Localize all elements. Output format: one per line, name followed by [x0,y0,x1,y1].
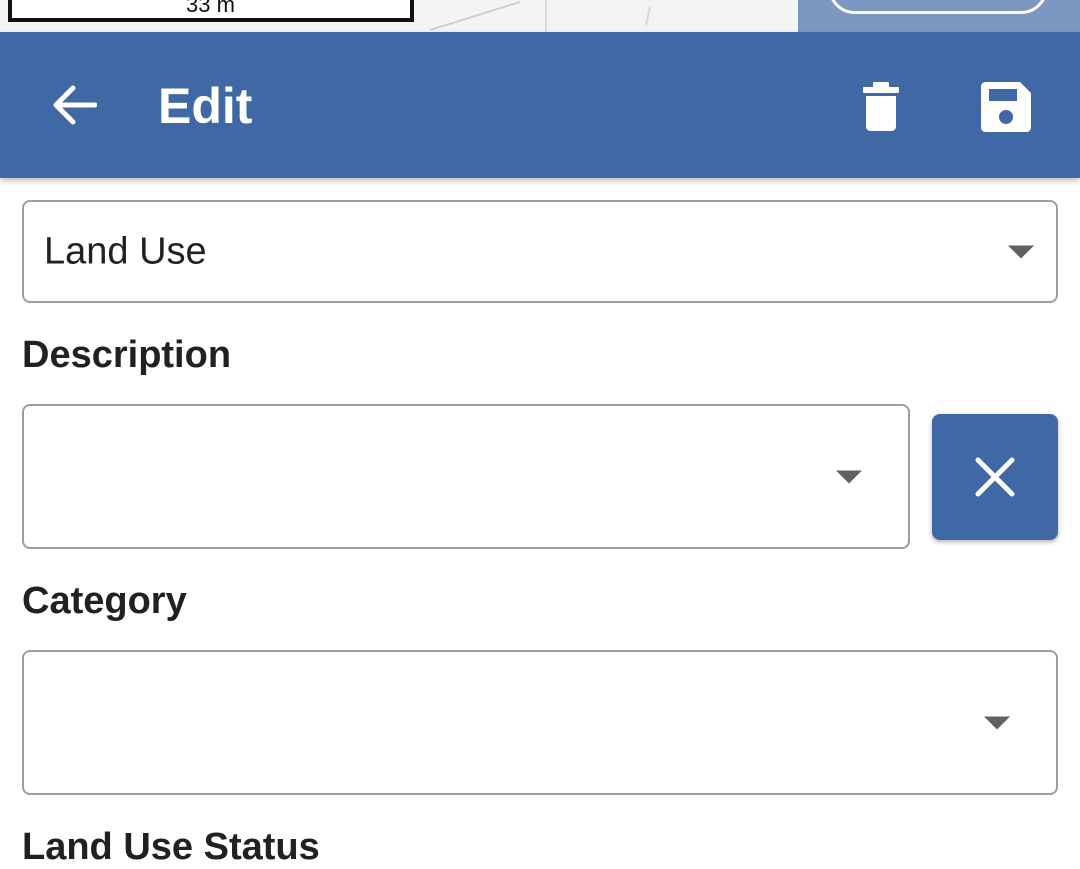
map-scale-label: 33 m [186,0,235,17]
feature-type-select[interactable]: Land Use [22,200,1058,303]
map-overlay-panel [798,0,1080,32]
page-title: Edit [158,78,253,134]
feature-type-value: Land Use [44,230,207,272]
arrow-left-icon [53,85,97,125]
description-select[interactable] [22,404,910,549]
floppy-disk-icon [981,82,1031,132]
back-button[interactable] [44,80,104,130]
category-label: Category [22,580,187,622]
chevron-down-icon [1008,245,1034,258]
map-view[interactable]: 33 m [0,0,1080,32]
description-label: Description [22,334,232,376]
chevron-down-icon [984,716,1010,729]
close-icon [975,457,1015,497]
clear-description-button[interactable] [932,414,1058,540]
category-select[interactable] [22,650,1058,795]
app-bar: Edit [0,32,1080,178]
save-button[interactable] [974,76,1038,138]
map-overlay-pill-button[interactable] [828,0,1048,14]
delete-button[interactable] [850,76,912,138]
trash-icon [863,82,899,131]
land-use-status-label: Land Use Status [22,826,320,868]
chevron-down-icon [836,470,862,483]
